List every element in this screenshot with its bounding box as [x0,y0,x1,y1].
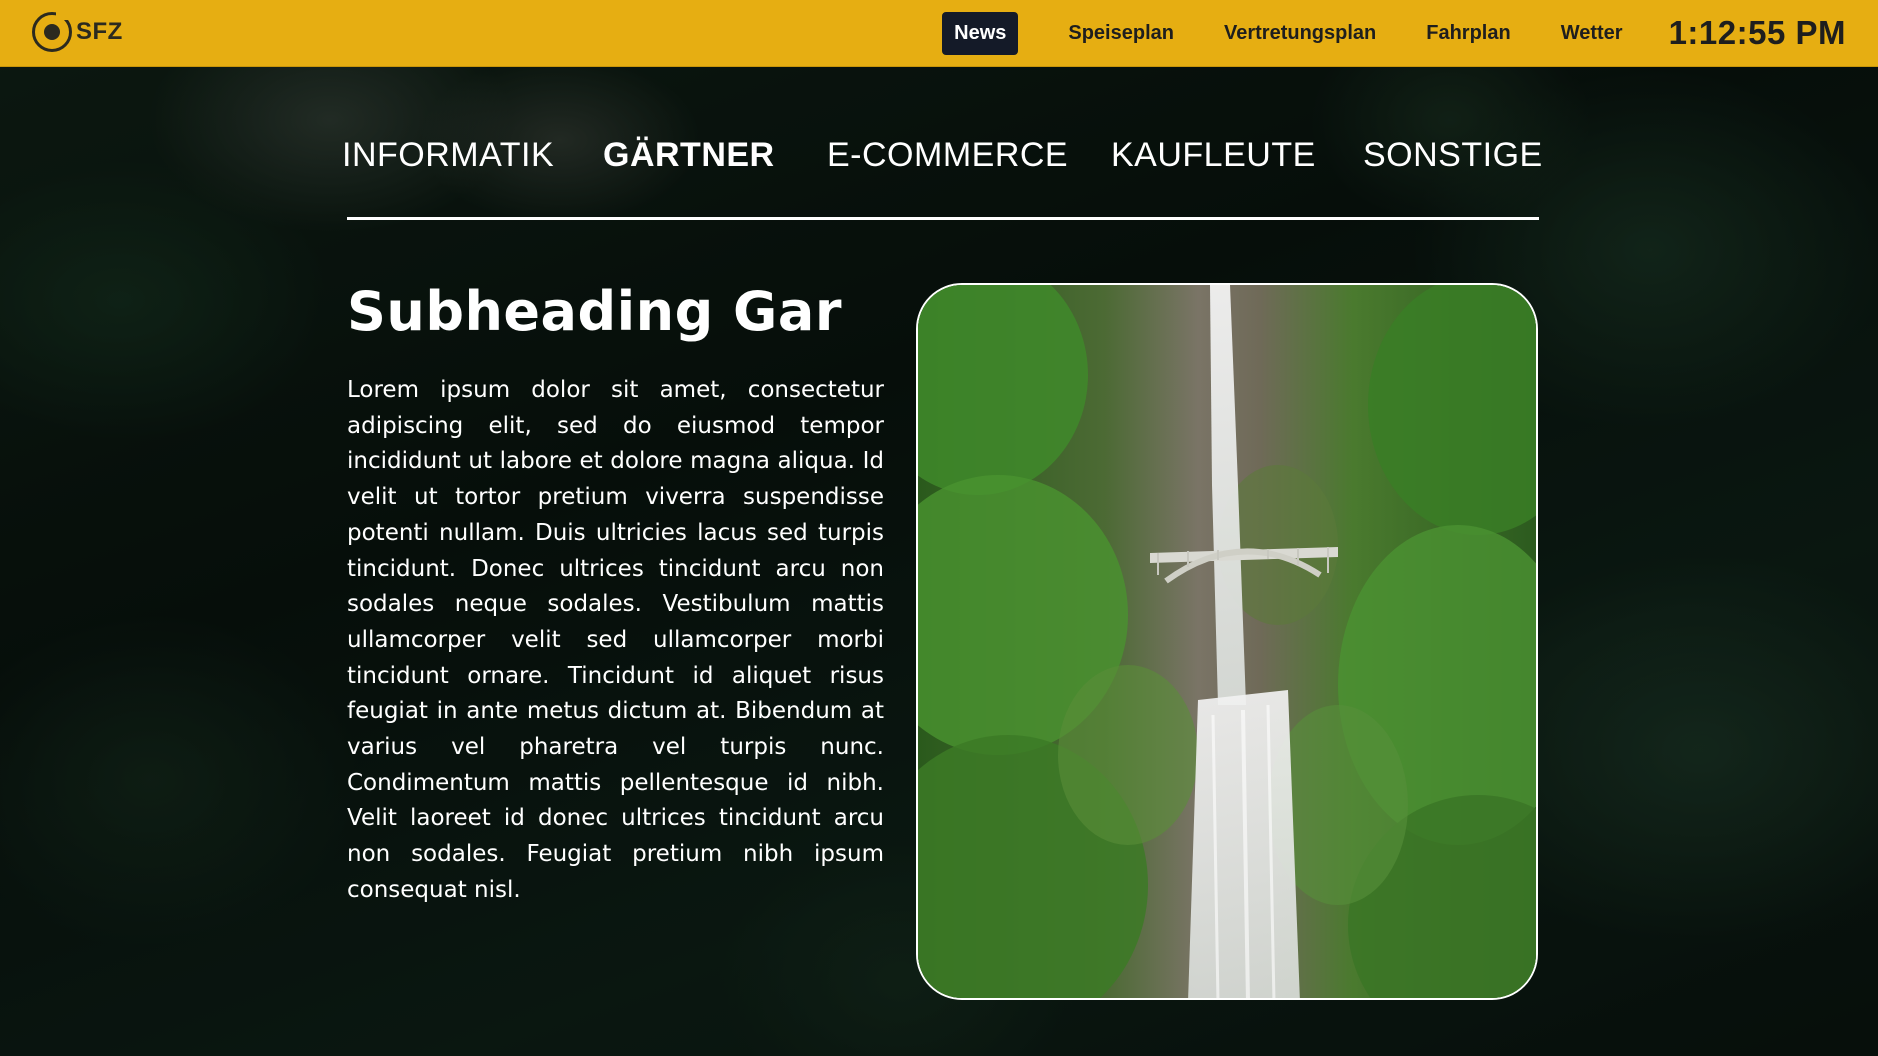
waterfall-image [918,285,1536,998]
logo-text: SFZ [76,18,123,45]
tab-sonstige[interactable]: SONSTIGE [1363,136,1543,175]
sfz-logo-icon [32,12,72,52]
nav-wetter[interactable]: Wetter [1561,22,1623,45]
tab-e-commerce[interactable]: E-COMMERCE [827,136,1068,175]
article-body: Lorem ipsum dolor sit amet, consectetur … [347,377,884,903]
tabs-divider [347,217,1539,220]
main-nav: News Speiseplan Vertretungsplan Fahrplan… [942,0,1846,66]
nav-speiseplan[interactable]: Speiseplan [1068,22,1174,45]
tab-kaufleute[interactable]: KAUFLEUTE [1111,136,1316,175]
article-subheading: Subheading Gar [347,280,842,343]
top-bar: SFZ News Speiseplan Vertretungsplan Fahr… [0,0,1878,67]
nav-fahrplan[interactable]: Fahrplan [1426,22,1510,45]
nav-news[interactable]: News [942,11,1019,55]
category-tabs: INFORMATIK GÄRTNER E-COMMERCE KAUFLEUTE … [342,136,1542,184]
waterfall-photo [916,283,1538,1000]
nav-vertretungsplan[interactable]: Vertretungsplan [1224,22,1376,45]
tab-gaertner[interactable]: GÄRTNER [603,136,775,175]
tab-informatik[interactable]: INFORMATIK [342,136,554,175]
sfz-logo[interactable]: SFZ [32,10,123,54]
clock: 1:12:55 PM [1668,14,1846,51]
